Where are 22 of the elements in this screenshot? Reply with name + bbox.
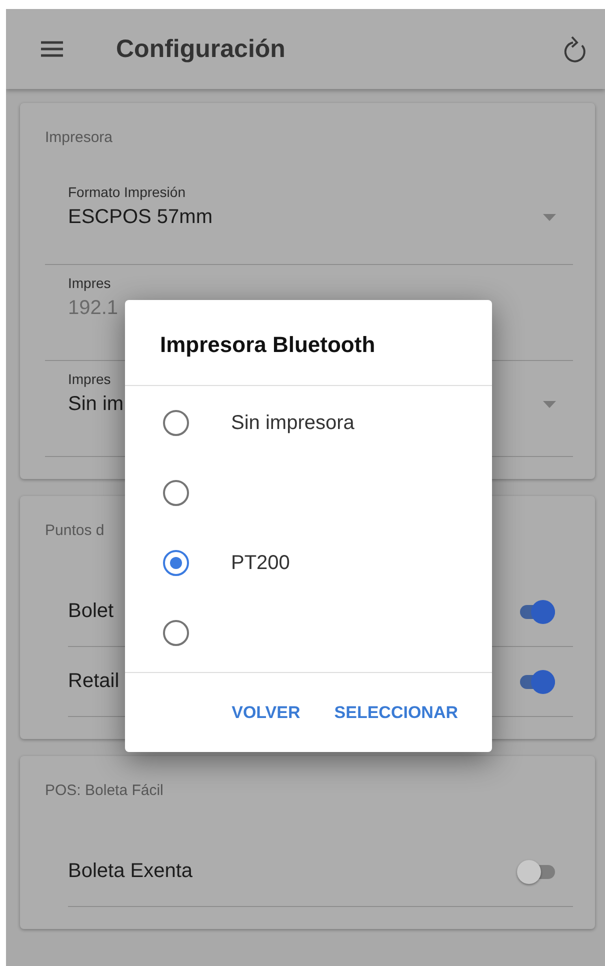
setting-label: Bolet — [68, 600, 115, 623]
dialog-button[interactable]: SELECCIONAR — [330, 696, 462, 728]
dialog-button[interactable]: VOLVER — [228, 696, 304, 728]
select-field[interactable]: Formato Impresión ESCPOS 57mm — [45, 174, 573, 265]
radio-button[interactable] — [163, 410, 189, 436]
app-title: Configuración — [116, 34, 286, 64]
setting-label: Retail — [68, 670, 120, 693]
menu-icon[interactable] — [41, 41, 63, 57]
toggle-switch[interactable] — [517, 860, 555, 884]
radio-button[interactable] — [163, 480, 189, 506]
section-title: Puntos d — [45, 522, 106, 539]
option-label[interactable]: PT200 — [231, 552, 290, 574]
radio-button[interactable] — [163, 550, 189, 576]
dialog-title: Impresora Bluetooth — [125, 300, 492, 386]
setting-label: Boleta Exenta — [68, 860, 194, 883]
dropdown-caret-icon — [543, 214, 556, 221]
section-title: Impresora — [45, 129, 114, 146]
dropdown-caret-icon — [543, 401, 556, 408]
section-title: POS: Boleta Fácil — [45, 782, 164, 799]
refresh-icon[interactable] — [562, 34, 588, 64]
radio-button[interactable] — [163, 620, 189, 646]
option-label[interactable]: Sin impresora — [231, 412, 354, 434]
